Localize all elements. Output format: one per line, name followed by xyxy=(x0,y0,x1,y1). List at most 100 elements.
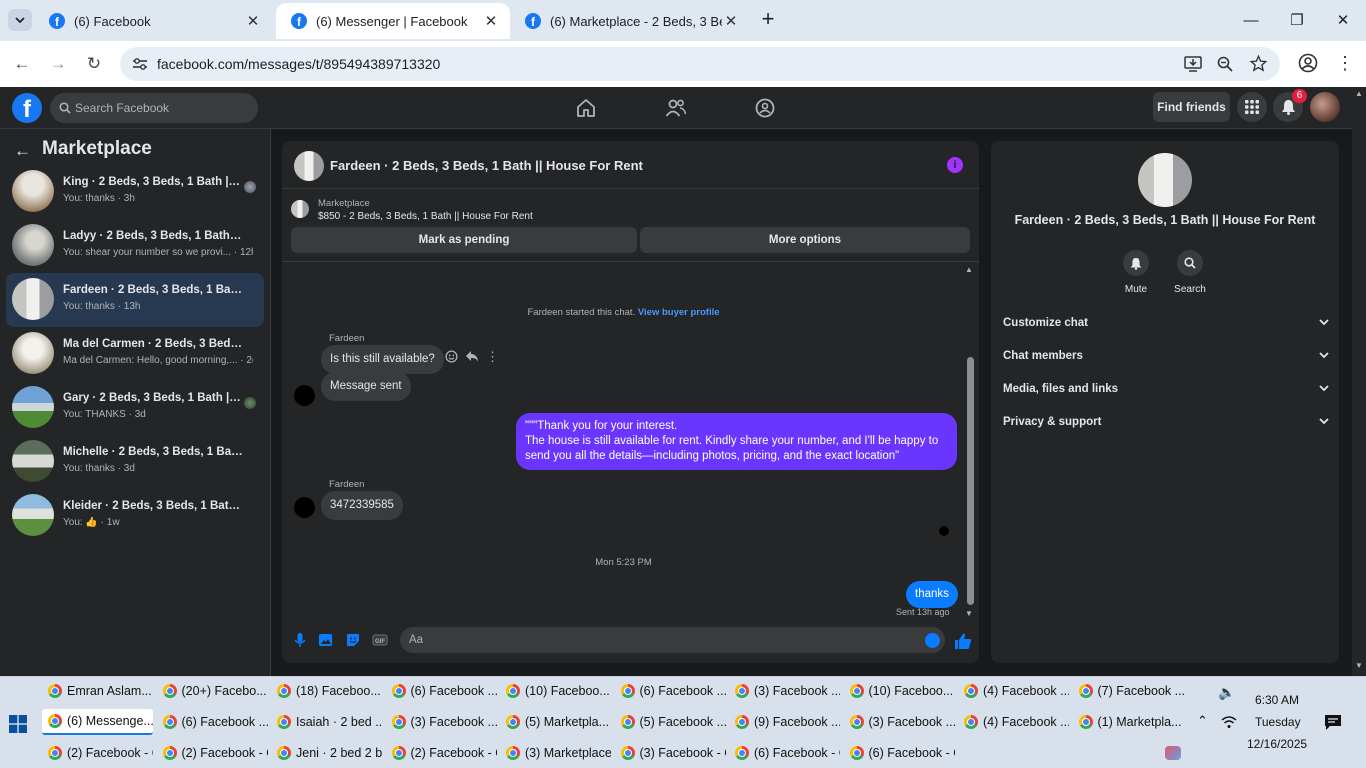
taskbar-window-button[interactable]: (4) Facebook ... xyxy=(958,709,1069,735)
taskbar-window-button[interactable]: (6) Facebook ... xyxy=(157,709,268,735)
friends-icon[interactable] xyxy=(665,97,687,119)
facebook-search-input[interactable]: Search Facebook xyxy=(50,93,258,123)
install-app-icon[interactable] xyxy=(1184,56,1202,72)
taskbar-window-button[interactable]: (6) Facebook ... xyxy=(615,678,726,704)
taskbar-window-button[interactable]: (6) Facebook - Go... xyxy=(729,740,840,766)
taskbar-window-button[interactable]: (9) Facebook ... xyxy=(729,709,840,735)
taskbar-window-button[interactable]: Isaiah · 2 bed ... xyxy=(271,709,382,735)
close-tab-icon[interactable]: ✕ xyxy=(722,12,740,30)
taskbar-window-button[interactable]: (3) Facebook ... xyxy=(844,709,955,735)
emoji-icon[interactable] xyxy=(925,633,940,648)
incoming-message[interactable]: Is this still available? xyxy=(321,345,444,374)
taskbar-window-button[interactable]: (4) Facebook ... xyxy=(958,678,1069,704)
new-tab-button[interactable]: + xyxy=(757,8,779,32)
thumbs-up-icon[interactable] xyxy=(954,632,972,650)
weather-widget-icon[interactable] xyxy=(1165,746,1181,760)
sender-avatar[interactable] xyxy=(294,385,315,406)
clock-day[interactable]: Tuesday xyxy=(1255,715,1301,729)
taskbar-window-button[interactable]: (2) Facebook - Go... xyxy=(42,740,153,766)
listing-photo[interactable] xyxy=(1138,153,1192,207)
view-buyer-profile-link[interactable]: View buyer profile xyxy=(638,307,720,318)
taskbar-window-button[interactable]: (18) Faceboo... xyxy=(271,678,382,704)
reload-icon[interactable]: ↻ xyxy=(82,52,106,76)
conversation-item[interactable]: Gary · 2 Beds, 3 Beds, 1 Bath || H... Yo… xyxy=(6,381,264,435)
taskbar-window-button[interactable]: (10) Faceboo... xyxy=(500,678,611,704)
gif-icon[interactable]: GIF xyxy=(372,632,388,648)
tab-search-button[interactable] xyxy=(8,9,32,31)
message-input[interactable]: Aa xyxy=(400,627,945,653)
taskbar-window-button[interactable]: (3) Facebook - Go... xyxy=(615,740,726,766)
listing-thumbnail[interactable] xyxy=(291,200,309,218)
conversation-item[interactable]: Ma del Carmen · 2 Beds, 3 Beds, 1 ... Ma… xyxy=(6,327,264,381)
customize-chat-section[interactable]: Customize chat xyxy=(1003,306,1329,339)
incoming-message[interactable]: Message sent xyxy=(321,372,411,401)
more-options-button[interactable]: More options xyxy=(640,227,970,253)
close-window-icon[interactable]: ✕ xyxy=(1320,0,1366,40)
taskbar-window-button[interactable]: (2) Facebook - Go... xyxy=(386,740,497,766)
privacy-support-section[interactable]: Privacy & support xyxy=(1003,405,1329,438)
scroll-down-icon[interactable]: ▼ xyxy=(965,609,973,618)
facebook-logo-icon[interactable]: f xyxy=(12,93,42,123)
chat-members-section[interactable]: Chat members xyxy=(1003,339,1329,372)
browser-tab-active[interactable]: f (6) Messenger | Facebook ✕ xyxy=(276,3,510,39)
taskbar-window-button[interactable]: (5) Marketpla... xyxy=(500,709,611,735)
show-hidden-icons[interactable]: ⌃ xyxy=(1197,713,1208,729)
chat-title[interactable]: Fardeen · 2 Beds, 3 Beds, 1 Bath || Hous… xyxy=(330,158,643,173)
profile-icon[interactable] xyxy=(1298,53,1318,73)
close-tab-icon[interactable]: ✕ xyxy=(482,12,500,30)
zoom-icon[interactable] xyxy=(1217,56,1233,72)
site-info-icon[interactable] xyxy=(132,57,148,71)
browser-tab[interactable]: f (6) Marketplace - 2 Beds, 3 Bed ✕ xyxy=(510,3,750,39)
groups-icon[interactable] xyxy=(754,97,776,119)
conversation-item[interactable]: Kleider · 2 Beds, 3 Beds, 1 Bath || H...… xyxy=(6,489,264,543)
wifi-icon[interactable] xyxy=(1221,715,1237,729)
menu-grid-button[interactable] xyxy=(1237,92,1267,122)
conversation-item[interactable]: Ladyy · 2 Beds, 3 Beds, 1 Bath || Ho... … xyxy=(6,219,264,273)
info-icon[interactable]: i xyxy=(947,157,963,173)
scroll-up-icon[interactable]: ▲ xyxy=(1355,89,1363,98)
photo-icon[interactable] xyxy=(318,632,334,648)
taskbar-window-button[interactable]: (6) Messenge... xyxy=(42,709,153,735)
scroll-up-icon[interactable]: ▲ xyxy=(965,265,973,274)
sticker-icon[interactable] xyxy=(345,632,361,648)
scroll-down-icon[interactable]: ▼ xyxy=(1355,661,1363,670)
taskbar-window-button[interactable]: (3) Facebook ... xyxy=(729,678,840,704)
taskbar-window-button[interactable]: (6) Facebook ... xyxy=(386,678,497,704)
sender-avatar[interactable] xyxy=(294,497,315,518)
conversation-item-selected[interactable]: Fardeen · 2 Beds, 3 Beds, 1 Bath || ... … xyxy=(6,273,264,327)
mark-pending-button[interactable]: Mark as pending xyxy=(291,227,637,253)
thread-scrollbar[interactable]: ▲ ▼ xyxy=(965,265,975,619)
media-files-links-section[interactable]: Media, files and links xyxy=(1003,372,1329,405)
volume-icon[interactable]: 🔈 xyxy=(1218,684,1235,701)
taskbar-window-button[interactable]: (1) Marketpla... xyxy=(1073,709,1184,735)
taskbar-window-button[interactable]: (5) Facebook ... xyxy=(615,709,726,735)
outgoing-message[interactable]: """Thank you for your interest. The hous… xyxy=(516,413,957,470)
find-friends-button[interactable]: Find friends xyxy=(1153,92,1230,122)
incoming-message[interactable]: 3472339585 xyxy=(321,491,403,520)
mute-button[interactable]: Mute xyxy=(1106,250,1166,295)
taskbar-window-button[interactable]: Jeni · 2 bed 2 bath... xyxy=(271,740,382,766)
taskbar-window-button[interactable]: (7) Facebook ... xyxy=(1073,678,1184,704)
account-avatar[interactable] xyxy=(1310,92,1340,122)
bookmark-star-icon[interactable] xyxy=(1250,55,1267,72)
home-icon[interactable] xyxy=(575,97,597,119)
react-emoji-icon[interactable] xyxy=(445,350,458,363)
scrollbar-thumb[interactable] xyxy=(967,357,974,605)
browser-menu-icon[interactable]: ⋮ xyxy=(1336,52,1354,74)
restore-icon[interactable]: ❐ xyxy=(1274,0,1320,40)
minimize-icon[interactable]: — xyxy=(1228,0,1274,40)
outgoing-message[interactable]: thanks xyxy=(906,581,958,608)
taskbar-window-button[interactable]: (3) Marketplace - ... xyxy=(500,740,611,766)
chat-thumbnail[interactable] xyxy=(294,151,324,181)
conversation-item[interactable]: King · 2 Beds, 3 Beds, 1 Bath || H... Yo… xyxy=(6,165,264,219)
windows-start-icon[interactable] xyxy=(9,715,27,733)
clock-date[interactable]: 12/16/2025 xyxy=(1247,737,1307,751)
notification-center-icon[interactable] xyxy=(1324,714,1342,731)
back-icon[interactable]: ← xyxy=(10,52,34,76)
reply-icon[interactable] xyxy=(465,350,479,363)
microphone-icon[interactable] xyxy=(292,632,308,648)
browser-tab[interactable]: f (6) Facebook ✕ xyxy=(34,3,272,39)
conversation-item[interactable]: Michelle · 2 Beds, 3 Beds, 1 Bath || ...… xyxy=(6,435,264,489)
search-chat-button[interactable]: Search xyxy=(1160,250,1220,295)
taskbar-window-button[interactable]: (6) Facebook - Go... xyxy=(844,740,955,766)
